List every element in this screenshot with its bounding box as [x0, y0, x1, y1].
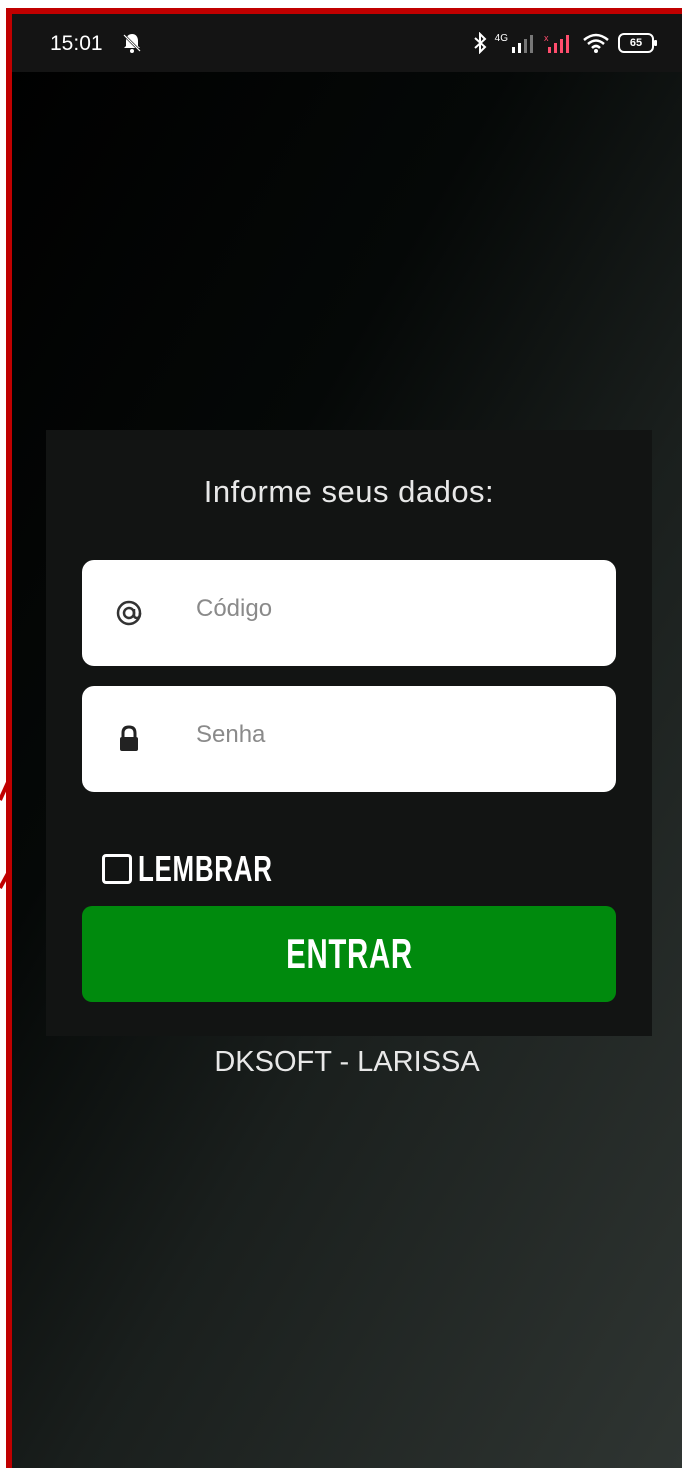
battery-icon: 65 — [618, 33, 657, 53]
lock-icon — [120, 725, 138, 751]
battery-level: 65 — [629, 37, 643, 49]
at-icon — [116, 600, 142, 626]
network-type-label: 4G — [494, 32, 508, 44]
status-time: 15:01 — [50, 32, 103, 55]
wifi-icon — [583, 33, 609, 53]
phone-screen: 15:01 4G x 65 Informe seus dados: Código… — [12, 14, 682, 1468]
remember-label: LEMBRAR — [138, 848, 273, 889]
enter-button[interactable]: ENTRAR — [82, 906, 616, 1002]
remember-option[interactable]: LEMBRAR — [102, 846, 325, 892]
status-icons: 4G x 65 — [473, 30, 657, 56]
remember-checkbox[interactable] — [102, 854, 132, 884]
svg-text:x: x — [544, 33, 549, 43]
signal-icon: x — [544, 33, 569, 53]
signal-icon — [512, 35, 533, 53]
bluetooth-icon — [473, 32, 487, 54]
password-input[interactable]: Senha — [196, 721, 265, 749]
bell-off-icon — [123, 34, 141, 53]
code-field[interactable]: Código — [82, 560, 616, 666]
login-title: Informe seus dados: — [203, 474, 495, 509]
enter-button-label: ENTRAR — [285, 930, 413, 977]
footer-credit: DKSOFT - LARISSA — [214, 1046, 480, 1078]
code-input[interactable]: Código — [196, 595, 272, 623]
login-card: Informe seus dados: Código Senha LEMBRAR… — [46, 430, 652, 1036]
status-bar: 15:01 4G x 65 — [12, 14, 682, 72]
password-field[interactable]: Senha — [82, 686, 616, 792]
